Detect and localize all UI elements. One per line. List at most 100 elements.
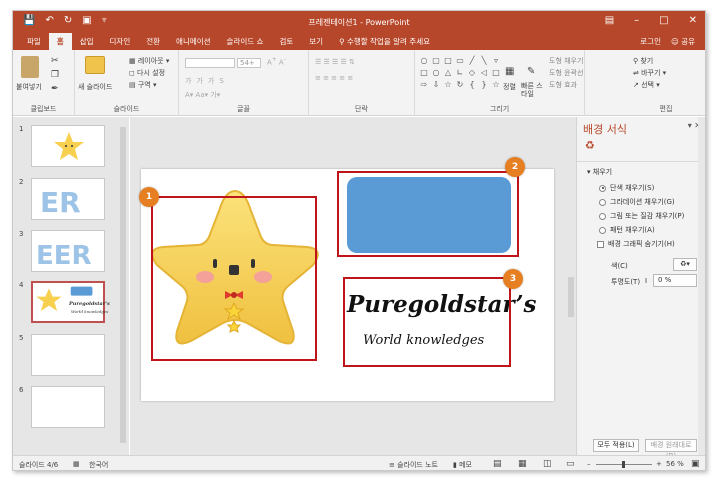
thumbnails-scrollbar[interactable] bbox=[119, 117, 127, 455]
paste-button[interactable]: 붙여넣기 bbox=[16, 82, 42, 92]
copy-icon[interactable]: ❐ bbox=[51, 70, 59, 80]
shape-outline-button[interactable]: 도형 윤곽선 bbox=[549, 68, 583, 78]
highlight-box-3 bbox=[343, 277, 511, 367]
reset-background-button[interactable]: 배경 원래대로(B) bbox=[645, 439, 697, 460]
slides-label: 슬라이드 bbox=[113, 105, 140, 113]
reset-button[interactable]: ◻ 다시 설정 bbox=[129, 68, 165, 78]
format-painter-icon[interactable]: ✒ bbox=[51, 84, 59, 94]
layout-label: 레이아웃 bbox=[137, 57, 164, 65]
solid-fill-option[interactable]: 단색 채우기(S) bbox=[599, 183, 654, 193]
apply-to-all-button[interactable]: 모두 적용(L) bbox=[593, 439, 639, 452]
paint-bucket-icon[interactable]: ♻ bbox=[585, 139, 595, 152]
picture-fill-label: 그림 또는 질감 채우기(P) bbox=[610, 212, 685, 220]
slide-thumbnail-2[interactable]: ER bbox=[31, 178, 105, 220]
font-size-dropdown[interactable]: 54+ bbox=[237, 58, 261, 68]
star-mascot-thumbnail bbox=[54, 132, 84, 160]
color-picker-button[interactable]: ♻▾ bbox=[673, 258, 697, 271]
slide-thumbnail-4[interactable]: Puregoldstar's World knowledges bbox=[31, 281, 110, 323]
radio-button[interactable] bbox=[599, 198, 606, 206]
new-slide-icon[interactable] bbox=[85, 56, 105, 74]
editor-scrollbar[interactable] bbox=[566, 117, 576, 455]
checkbox[interactable] bbox=[597, 240, 604, 248]
grow-font-icon[interactable]: A+ A- bbox=[267, 57, 286, 66]
tab-insert[interactable]: 삽입 bbox=[72, 33, 102, 50]
tab-slideshow[interactable]: 슬라이드 쇼 bbox=[219, 33, 272, 50]
slide-thumbnail-5[interactable] bbox=[31, 334, 105, 376]
hide-graphics-option[interactable]: 배경 그래픽 숨기기(H) bbox=[597, 239, 675, 249]
comments-button[interactable]: ▮ 메모 bbox=[453, 460, 472, 470]
shape-fill-button[interactable]: 도형 채우기 bbox=[549, 56, 583, 66]
svg-text:EER: EER bbox=[36, 241, 92, 271]
radio-button[interactable] bbox=[599, 184, 606, 192]
font-name-dropdown[interactable] bbox=[185, 58, 235, 68]
slide-thumbnail-6[interactable] bbox=[31, 386, 105, 428]
shape-effects-button[interactable]: 도형 효과 bbox=[549, 80, 577, 90]
maximize-icon[interactable]: □ bbox=[659, 15, 668, 26]
shapes-gallery[interactable]: ○ ▢ □ ▭ ╱ ╲ ▿ □ ○ △ ∟ ◇ ◁ □ ⇨ ⇩ ☆ ↻{} ☆ bbox=[419, 56, 501, 90]
gradient-fill-option[interactable]: 그라데이션 채우기(G) bbox=[599, 197, 675, 207]
spelling-icon[interactable]: ▦ bbox=[73, 460, 80, 468]
quick-styles-icon[interactable]: ✎ bbox=[527, 66, 535, 77]
tab-transitions[interactable]: 전환 bbox=[138, 33, 168, 50]
share-button[interactable]: ☺ 공유 bbox=[671, 33, 695, 50]
slide-editing-area: 1 2 Puregoldstar’s World knowledges 3 bbox=[130, 117, 576, 455]
window-controls: ▤ – □ ✕ bbox=[605, 15, 697, 26]
transparency-slider[interactable]: I bbox=[645, 277, 647, 285]
tab-home[interactable]: 홈 bbox=[48, 33, 72, 50]
pattern-fill-label: 패턴 채우기(A) bbox=[610, 226, 655, 234]
fill-section-label: 채우기 bbox=[592, 168, 613, 176]
fit-to-window-icon[interactable]: ▣ bbox=[691, 459, 700, 469]
layout-button[interactable]: ▦ 레이아웃 ▾ bbox=[129, 56, 169, 66]
font-format-icons[interactable]: 가가가S bbox=[185, 76, 229, 86]
tell-me-box[interactable]: ⚲ 수행할 작업을 알려 주세요 bbox=[331, 33, 438, 50]
zoom-out-icon[interactable]: – bbox=[587, 460, 591, 468]
highlight-box-1 bbox=[151, 196, 317, 361]
zoom-slider[interactable] bbox=[596, 461, 652, 468]
thumbnail-sub-text: World knowledges bbox=[71, 309, 109, 314]
tab-animations[interactable]: 애니메이션 bbox=[168, 33, 219, 50]
font-color-icon[interactable]: A▾ Aa▾ 가▾ bbox=[185, 90, 220, 100]
new-slide-button[interactable]: 새 슬라이드 bbox=[78, 82, 112, 92]
slide-sorter-icon[interactable]: ▦ bbox=[518, 459, 527, 469]
select-button[interactable]: ↗ 선택 ▾ bbox=[633, 80, 660, 90]
normal-view-icon[interactable]: ▤ bbox=[493, 459, 502, 469]
radio-button[interactable] bbox=[599, 226, 606, 234]
arrange-button[interactable]: 정렬 bbox=[503, 82, 516, 92]
fill-section-header[interactable]: ▾ 채우기 bbox=[587, 167, 612, 177]
quick-styles-button[interactable]: 빠른 스타일 bbox=[521, 82, 547, 98]
tab-review[interactable]: 검토 bbox=[271, 33, 301, 50]
comments-label: 메모 bbox=[459, 461, 472, 469]
notes-button[interactable]: ≡ 슬라이드 노트 bbox=[389, 460, 438, 470]
zoom-level[interactable]: 56 % bbox=[666, 460, 684, 468]
minimize-icon[interactable]: – bbox=[634, 15, 639, 26]
tab-view[interactable]: 보기 bbox=[301, 33, 331, 50]
list-icons[interactable]: ☰ ☰ ☰ ☰ ⇅ bbox=[315, 58, 355, 66]
slideshow-view-icon[interactable]: ▭ bbox=[566, 459, 575, 469]
section-button[interactable]: ▤ 구역 ▾ bbox=[129, 80, 156, 90]
tab-file[interactable]: 파일 bbox=[19, 33, 49, 50]
find-label: 찾기 bbox=[640, 57, 654, 65]
slide-thumbnail-1[interactable] bbox=[31, 125, 105, 167]
group-drawing: ○ ▢ □ ▭ ╱ ╲ ▿ □ ○ △ ∟ ◇ ◁ □ ⇨ ⇩ ☆ ↻{} ☆ ▦ 정렬 ✎ 빠른 스타일 도형… bbox=[415, 50, 585, 116]
ribbon-display-icon[interactable]: ▤ bbox=[605, 15, 614, 26]
current-slide[interactable]: 1 2 Puregoldstar’s World knowledges 3 bbox=[139, 157, 554, 401]
transparency-input[interactable]: 0 % bbox=[653, 274, 697, 287]
arrange-icon[interactable]: ▦ bbox=[505, 66, 514, 77]
slide-thumbnail-3[interactable]: EER bbox=[31, 230, 105, 272]
reading-view-icon[interactable]: ◫ bbox=[543, 459, 552, 469]
align-icons[interactable]: ≡ ≡ ≡ ≡ ≡ bbox=[315, 74, 353, 82]
cut-icon[interactable]: ✂ bbox=[51, 56, 59, 66]
find-button[interactable]: ⚲ 찾기 bbox=[633, 56, 653, 66]
highlight-box-2 bbox=[337, 171, 519, 257]
login-link[interactable]: 로그인 bbox=[640, 33, 661, 50]
tab-design[interactable]: 디자인 bbox=[102, 33, 139, 50]
language-indicator[interactable]: 한국어 bbox=[89, 460, 108, 470]
pattern-fill-option[interactable]: 패턴 채우기(A) bbox=[599, 225, 655, 235]
picture-fill-option[interactable]: 그림 또는 질감 채우기(P) bbox=[599, 211, 684, 221]
pane-scrollbar[interactable] bbox=[698, 117, 705, 455]
close-icon[interactable]: ✕ bbox=[689, 15, 697, 26]
paste-icon[interactable] bbox=[21, 56, 39, 78]
replace-button[interactable]: ⇌ 바꾸기 ▾ bbox=[633, 68, 666, 78]
zoom-in-icon[interactable]: + bbox=[656, 460, 662, 468]
radio-button[interactable] bbox=[599, 212, 606, 220]
